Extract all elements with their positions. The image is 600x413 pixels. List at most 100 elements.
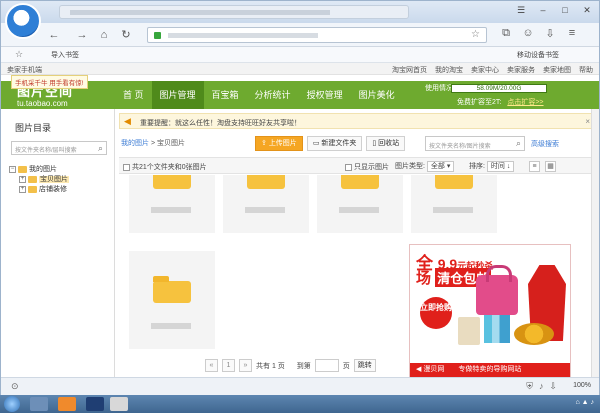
taskbar-photoshop-icon[interactable] bbox=[86, 397, 104, 411]
tree-node-root[interactable]: − 我的图片 bbox=[9, 165, 69, 175]
folder-card[interactable] bbox=[317, 175, 403, 233]
system-tray[interactable]: ⌂ ▲ ♪ bbox=[575, 399, 594, 406]
collapse-toggle-icon[interactable]: − bbox=[9, 165, 16, 173]
expand-toggle-icon[interactable]: + bbox=[19, 185, 26, 193]
back-icon[interactable]: ← bbox=[47, 28, 61, 42]
breadcrumb-current: 宝贝图片 bbox=[157, 140, 185, 147]
free-expand-link[interactable]: 点击扩容>> bbox=[507, 99, 543, 106]
tree-node-shop-decor[interactable]: + 店铺装修 bbox=[19, 185, 69, 195]
sort-select[interactable]: 时间 ↓ bbox=[486, 161, 515, 172]
type-label: 图片类型: bbox=[395, 163, 425, 170]
address-bar[interactable]: ☆ bbox=[147, 27, 487, 43]
menu-item-authorization[interactable]: 授权管理 bbox=[299, 81, 351, 109]
only-images-toggle[interactable]: 只显示图片 bbox=[345, 162, 389, 172]
expand-toggle-icon[interactable]: + bbox=[19, 175, 26, 183]
forward-icon[interactable]: → bbox=[75, 28, 89, 42]
upload-icon: ⇪ bbox=[261, 140, 269, 147]
start-button-icon[interactable] bbox=[4, 396, 20, 412]
advertisement[interactable]: 全 9.9元起秒杀 场 清仓包邮 立即抢购 ◀ 漫贝网 专做特卖的导购网站 bbox=[409, 244, 571, 378]
grid-view-icon[interactable]: ▦ bbox=[545, 161, 556, 172]
upload-button[interactable]: ⇪ 上传图片 bbox=[255, 136, 303, 151]
extension-icon[interactable]: ⧉ bbox=[499, 27, 513, 40]
type-value: 全部 bbox=[430, 163, 445, 170]
tree-node-label: 店铺装修 bbox=[39, 186, 67, 193]
refresh-icon[interactable]: ↻ bbox=[119, 28, 133, 42]
notice-bar: ◀ 重要提醒：就这么任性！淘盘支持旺旺好友共享啦！ × bbox=[119, 113, 595, 129]
select-all-checkbox[interactable] bbox=[123, 163, 130, 171]
user-icon[interactable]: ☺ bbox=[521, 27, 535, 40]
taskbar-browser-icon[interactable] bbox=[58, 397, 76, 411]
sound-icon[interactable]: ♪ bbox=[539, 381, 544, 392]
menu-item-analytics[interactable]: 分析统计 bbox=[247, 81, 299, 109]
folder-card[interactable] bbox=[129, 251, 215, 349]
page-scrollbar[interactable] bbox=[591, 109, 599, 377]
status-left-icon[interactable]: ⊙ bbox=[11, 381, 19, 392]
page-number[interactable]: 1 bbox=[222, 359, 235, 372]
notice-text[interactable]: 重要提醒：就这么任性！淘盘支持旺旺好友共享啦！ bbox=[140, 118, 301, 128]
new-folder-button[interactable]: ▭ 新建文件夹 bbox=[306, 136, 363, 151]
folder-name-blurred bbox=[151, 323, 191, 329]
type-select[interactable]: 全部 ▾ bbox=[426, 161, 455, 172]
breadcrumb-root[interactable]: 我的图片 bbox=[121, 140, 149, 147]
folder-card[interactable] bbox=[411, 175, 497, 233]
folder-icon bbox=[18, 165, 27, 173]
menu-icon[interactable]: ≡ bbox=[565, 27, 579, 40]
site-link[interactable]: 卖家地图 bbox=[543, 65, 571, 75]
list-view-icon[interactable]: ≡ bbox=[529, 161, 540, 172]
home-icon[interactable]: ⌂ bbox=[97, 28, 111, 42]
folder-card[interactable] bbox=[223, 175, 309, 233]
window-controls: ☰ – □ ✕ bbox=[513, 4, 595, 16]
site-link[interactable]: 淘宝网首页 bbox=[392, 65, 427, 75]
brand-domain: tu.taobao.com bbox=[17, 99, 68, 108]
browser-tab[interactable] bbox=[59, 5, 409, 19]
tree-node-item-images[interactable]: + 宝贝图片 bbox=[19, 175, 69, 185]
site-link[interactable]: 卖家中心 bbox=[471, 65, 499, 75]
mobile-bookmarks-link[interactable]: 移动设备书签 bbox=[517, 50, 559, 60]
download-manager-icon[interactable]: ⇩ bbox=[549, 381, 557, 392]
select-all[interactable]: 共21个文件夹和0张图片 bbox=[123, 162, 207, 172]
minimize-icon[interactable]: – bbox=[535, 4, 551, 16]
site-link[interactable]: 卖家服务 bbox=[507, 65, 535, 75]
ad-buy-now-badge[interactable]: 立即抢购 bbox=[420, 297, 452, 329]
folder-search-input[interactable]: 按文件夹名称/层叫搜索 ⌕ bbox=[11, 141, 107, 155]
browser-logo[interactable] bbox=[5, 3, 41, 39]
site-link[interactable]: 帮助 bbox=[579, 65, 593, 75]
title-bar: ☰ – □ ✕ bbox=[1, 1, 599, 23]
download-icon[interactable]: ⇩ bbox=[543, 27, 557, 40]
menu-item-toolbox[interactable]: 百宝箱 bbox=[204, 81, 247, 109]
taskbar-app-icon[interactable] bbox=[30, 397, 48, 411]
prev-page-button[interactable]: « bbox=[205, 359, 218, 372]
zoom-level[interactable]: 100% bbox=[573, 382, 591, 389]
only-images-checkbox[interactable] bbox=[345, 163, 352, 171]
breadcrumb-separator: > bbox=[150, 140, 156, 147]
site-link[interactable]: 我的淘宝 bbox=[435, 65, 463, 75]
seller-mobile-link[interactable]: 卖家手机端 bbox=[7, 65, 42, 75]
menu-item-home[interactable]: 首 页 bbox=[115, 81, 152, 109]
speaker-icon: ◀ bbox=[124, 116, 131, 126]
tab-title-blurred bbox=[70, 10, 330, 15]
advanced-search-link[interactable]: 高级搜索 bbox=[531, 139, 559, 149]
shield-icon[interactable]: ⛨ bbox=[526, 381, 533, 392]
image-search-input[interactable]: 按文件夹名称/图片搜索 ⌕ bbox=[425, 136, 525, 151]
favorite-star-icon[interactable]: ☆ bbox=[471, 29, 480, 40]
search-icon[interactable]: ⌕ bbox=[98, 143, 103, 154]
next-page-button[interactable]: » bbox=[239, 359, 252, 372]
recycle-bin-button[interactable]: ▯ 回收站 bbox=[366, 136, 406, 151]
search-icon[interactable]: ⌕ bbox=[516, 138, 521, 149]
close-icon[interactable]: ✕ bbox=[579, 4, 595, 16]
sort-label: 排序: bbox=[469, 163, 485, 170]
bookmark-star-icon[interactable]: ☆ bbox=[15, 49, 23, 60]
secure-icon bbox=[154, 32, 161, 39]
maximize-icon[interactable]: □ bbox=[557, 4, 573, 16]
menu-item-image-manage[interactable]: 图片管理 bbox=[151, 81, 204, 109]
sort-filter: 排序: 时间 ↓ bbox=[469, 161, 515, 172]
menu-item-beautify[interactable]: 图片美化 bbox=[351, 81, 403, 109]
jump-button[interactable]: 跳转 bbox=[353, 359, 376, 372]
import-bookmarks-link[interactable]: 导入书签 bbox=[51, 50, 79, 60]
taskbar-app-icon[interactable] bbox=[110, 397, 128, 411]
skin-icon[interactable]: ☰ bbox=[513, 4, 529, 16]
folder-tree: − 我的图片 + 宝贝图片 + 店铺装修 bbox=[9, 165, 69, 195]
folder-card[interactable] bbox=[129, 175, 215, 233]
page-input[interactable] bbox=[314, 359, 339, 372]
close-notice-icon[interactable]: × bbox=[585, 117, 590, 126]
